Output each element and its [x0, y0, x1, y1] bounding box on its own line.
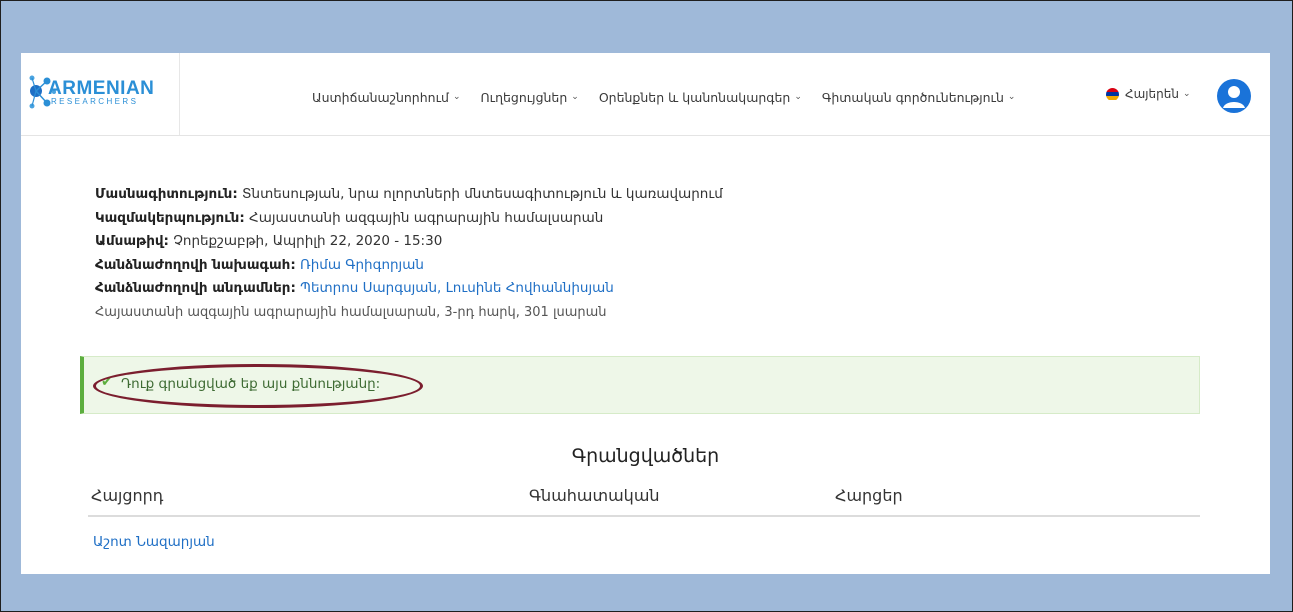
detail-date: Ամսաթիվ: Չորեքշաբթի, Ապրիլի 22, 2020 - 1…: [95, 230, 723, 254]
detail-value: Չորեքշաբթի, Ապրիլի 22, 2020 - 15:30: [173, 233, 443, 249]
committee-members-link[interactable]: Պետրոս Սարգսյան, Լուսինե Հովհաննիսյան: [300, 280, 614, 296]
detail-specialty: Մասնագիտություն: Տնտեսության, նրա ոլորտն…: [95, 183, 723, 207]
user-avatar-icon[interactable]: [1217, 79, 1251, 113]
detail-committee-members: Հանձնաժողովի անդամներ: Պետրոս Սարգսյան, …: [95, 277, 723, 301]
detail-value: Տնտեսության, նրա ոլորտների մնտեսագիտությ…: [242, 186, 723, 202]
alert-message: Դուք գրանցված եք այս քննությանը:: [121, 376, 381, 392]
check-icon: ✔: [101, 374, 113, 390]
registrations-title: Գրանցվածներ: [571, 445, 720, 467]
detail-label: Մասնագիտություն:: [95, 186, 238, 202]
main-nav: Աստիճանաշնորհում ⌄ Ուղեցույցներ ⌄ Օրենքն…: [312, 87, 1015, 107]
nav-scientific-activity[interactable]: Գիտական գործունեություն ⌄: [822, 90, 1016, 105]
detail-label: Հանձնաժողովի նախագահ:: [95, 256, 296, 273]
chevron-down-icon: ⌄: [1182, 89, 1191, 99]
logo[interactable]: ARMENIAN RESEARCHERS: [21, 53, 180, 135]
nav-guides[interactable]: Ուղեցույցներ ⌄: [480, 90, 578, 105]
event-details: Մասնագիտություն: Տնտեսության, նրա ոլորտն…: [95, 183, 723, 324]
column-header-grade: Գնահատական: [529, 486, 660, 505]
detail-value: Հայաստանի ազգային ագրարային համալսարան: [249, 209, 604, 226]
browser-page: ARMENIAN RESEARCHERS Աստիճանաշնորհում ⌄ …: [21, 53, 1270, 574]
applicant-link[interactable]: Աշոտ Նազարյան: [93, 534, 215, 550]
table-row: Աշոտ Նազարյան: [88, 531, 1200, 559]
nav-label: Աստիճանաշնորհում: [312, 89, 449, 105]
detail-label: Ամսաթիվ:: [95, 233, 169, 249]
detail-label: Կազմակերպություն:: [95, 209, 245, 226]
chevron-down-icon: ⌄: [1007, 92, 1016, 102]
registration-success-alert: ✔ Դուք գրանցված եք այս քննությանը:: [80, 356, 1200, 414]
event-address: Հայաստանի ազգային ագրարային համալսարան, …: [95, 304, 607, 320]
chevron-down-icon: ⌄: [571, 92, 579, 102]
nav-label: Օրենքներ և կանոնակարգեր: [598, 89, 791, 105]
nav-laws-regulations[interactable]: Օրենքներ և կանոնակարգեր ⌄: [599, 90, 802, 105]
language-label: Հայերեն: [1125, 87, 1179, 101]
logo-subtext: RESEARCHERS: [51, 97, 139, 106]
detail-committee-chair: Հանձնաժողովի նախագահ: Ռիմա Գրիգորյան: [95, 254, 723, 278]
committee-chair-link[interactable]: Ռիմա Գրիգորյան: [300, 257, 424, 273]
registrations-table-header: Հայցորդ Գնահատական Հարցեր: [88, 483, 1200, 517]
chevron-down-icon: ⌄: [794, 92, 802, 102]
navbar: ARMENIAN RESEARCHERS Աստիճանաշնորհում ⌄ …: [21, 53, 1270, 136]
screenshot-frame: ARMENIAN RESEARCHERS Աստիճանաշնորհում ⌄ …: [0, 0, 1293, 612]
column-header-questions: Հարցեր: [835, 486, 903, 505]
nav-label: Ուղեցույցներ: [480, 89, 568, 105]
nav-label: Գիտական գործունեություն: [821, 89, 1004, 105]
detail-label: Հանձնաժողովի անդամներ:: [95, 280, 296, 296]
armenian-flag-icon: [1106, 87, 1119, 101]
detail-organization: Կազմակերպություն: Հայաստանի ազգային ագրա…: [95, 207, 723, 231]
language-selector[interactable]: Հայերեն ⌄: [1106, 87, 1191, 101]
chevron-down-icon: ⌄: [452, 92, 461, 102]
column-header-applicant: Հայցորդ: [91, 486, 164, 505]
nav-degree-awarding[interactable]: Աստիճանաշնորհում ⌄: [312, 90, 460, 105]
